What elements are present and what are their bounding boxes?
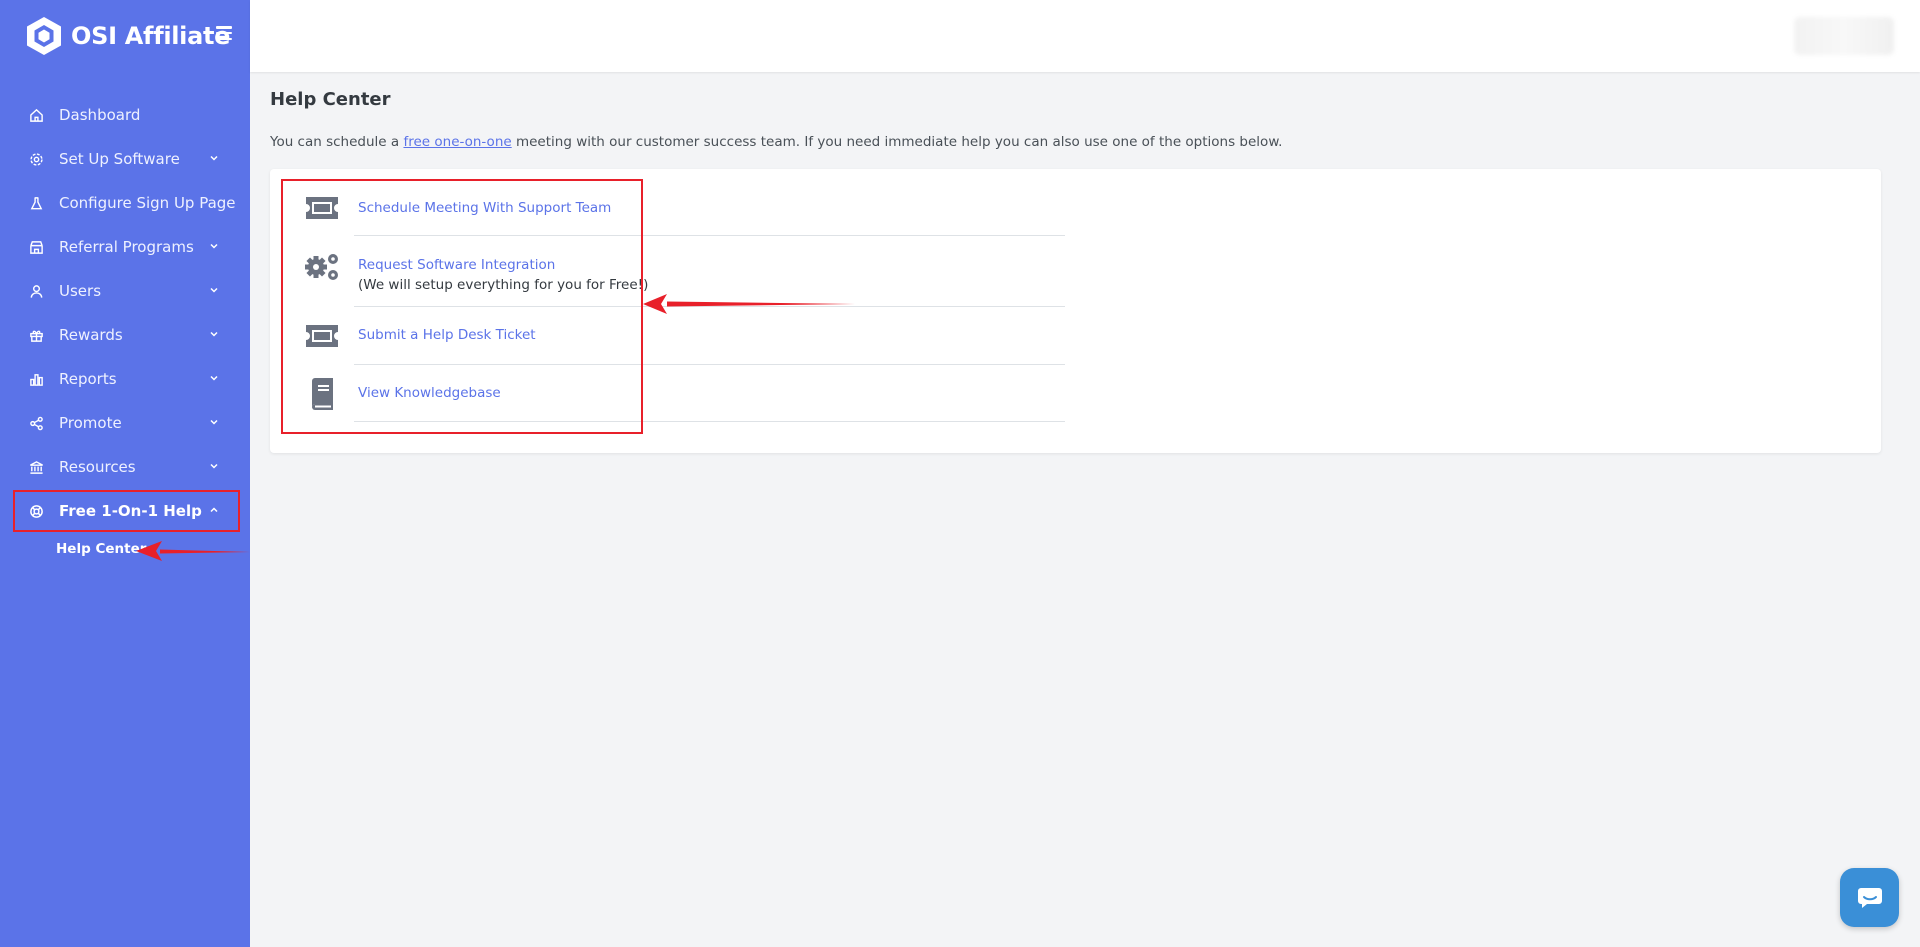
menu-toggle-icon[interactable]: [216, 26, 232, 40]
user-menu-avatar[interactable]: [1794, 17, 1894, 55]
page-title: Help Center: [270, 89, 391, 110]
sidebar-item-configure-sign-up-page[interactable]: Configure Sign Up Page: [0, 181, 250, 225]
chat-widget-button[interactable]: [1840, 868, 1899, 927]
sidebar-item-set-up-software[interactable]: Set Up Software: [0, 137, 250, 181]
sidebar-item-label: Dashboard: [59, 106, 141, 124]
gear-icon: [28, 151, 44, 167]
store-icon: [28, 239, 44, 255]
sidebar-nav: Dashboard Set Up Software Configure Sign…: [0, 93, 250, 533]
intro-text: You can schedule a free one-on-one meeti…: [270, 134, 1282, 150]
sidebar-item-resources[interactable]: Resources: [0, 445, 250, 489]
sidebar-item-label: Promote: [59, 414, 122, 432]
annotation-arrow-icon: [136, 541, 250, 561]
chat-bubble-icon: [1857, 887, 1882, 908]
chevron-down-icon: [210, 155, 218, 161]
sidebar-item-label: Set Up Software: [59, 150, 180, 168]
sidebar-item-label: Reports: [59, 370, 117, 388]
sidebar-item-label: Users: [59, 282, 102, 300]
topbar: [250, 0, 1920, 72]
sidebar-item-label: Resources: [59, 458, 136, 476]
sidebar-item-free-1-on-1-help[interactable]: Free 1-On-1 Help: [0, 489, 250, 533]
sidebar-item-label: Referral Programs: [59, 238, 194, 256]
chevron-up-icon: [210, 507, 218, 513]
share-icon: [28, 415, 44, 431]
bank-icon: [28, 459, 44, 475]
home-icon: [28, 107, 44, 123]
sidebar-subitem-help-center[interactable]: Help Center: [56, 541, 146, 557]
intro-text-after: meeting with our customer success team. …: [511, 134, 1283, 150]
bar-chart-icon: [28, 371, 44, 387]
flask-icon: [28, 195, 44, 211]
user-icon: [28, 283, 44, 299]
gift-icon: [28, 327, 44, 343]
free-one-on-one-link[interactable]: free one-on-one: [403, 134, 511, 150]
chevron-down-icon: [210, 463, 218, 469]
chevron-down-icon: [210, 243, 218, 249]
sidebar-item-rewards[interactable]: Rewards: [0, 313, 250, 357]
annotation-highlight-box: [13, 490, 240, 532]
brand-name: OSI Affiliate: [71, 22, 231, 50]
sidebar: OSI Affiliate Dashboard Set Up Software …: [0, 0, 250, 947]
sidebar-item-users[interactable]: Users: [0, 269, 250, 313]
annotation-highlight-box: [281, 179, 643, 434]
hexagon-logo-icon: [24, 16, 64, 56]
chevron-down-icon: [210, 331, 218, 337]
chevron-down-icon: [210, 375, 218, 381]
sidebar-item-referral-programs[interactable]: Referral Programs: [0, 225, 250, 269]
chevron-down-icon: [210, 419, 218, 425]
chevron-down-icon: [210, 287, 218, 293]
sidebar-item-dashboard[interactable]: Dashboard: [0, 93, 250, 137]
sidebar-item-promote[interactable]: Promote: [0, 401, 250, 445]
brand[interactable]: OSI Affiliate: [24, 14, 230, 58]
intro-text-before: You can schedule a: [270, 134, 404, 150]
sidebar-item-label: Configure Sign Up Page: [59, 194, 236, 212]
sidebar-item-reports[interactable]: Reports: [0, 357, 250, 401]
annotation-arrow-icon: [643, 294, 855, 314]
sidebar-item-label: Rewards: [59, 326, 123, 344]
